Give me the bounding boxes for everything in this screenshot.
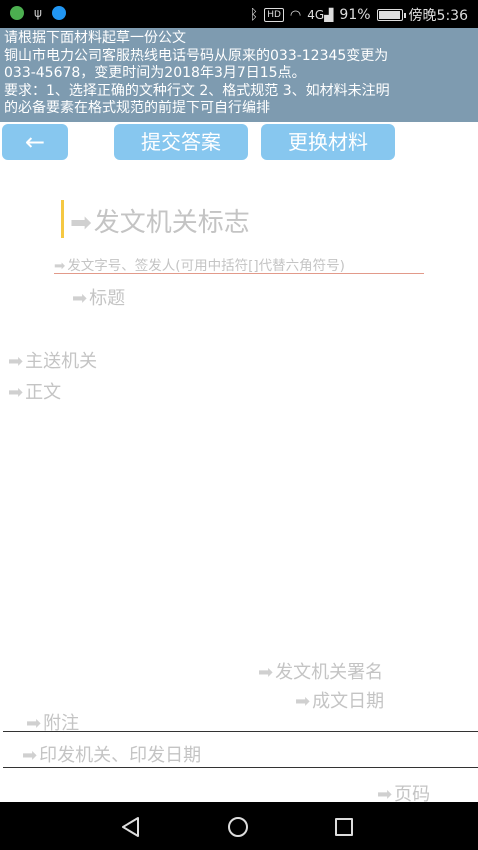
arrow-icon: ➡ <box>295 691 311 712</box>
arrow-icon: ➡ <box>8 351 24 372</box>
signal-icon: 4G▟ <box>307 8 334 22</box>
status-bar: ψ ᛒ HD ◠ 4G▟ 91% 傍晚5:36 <box>0 0 478 28</box>
date-label: 成文日期 <box>312 691 385 712</box>
hd-badge: HD <box>264 8 284 22</box>
text-cursor <box>61 200 64 238</box>
doc-number-field[interactable]: ➡ 发文字号、签发人(可用中括符[]代替六角符号) <box>54 254 345 274</box>
submit-answer-button[interactable]: 提交答案 <box>114 124 248 160</box>
arrow-icon: ➡ <box>72 288 88 309</box>
red-separator-line <box>54 273 424 274</box>
arrow-icon: ➡ <box>258 662 274 683</box>
instruction-line: 请根据下面材料起草一份公文 <box>4 30 186 46</box>
issuer-label: 印发机关、印发日期 <box>39 745 202 766</box>
issuer-field[interactable]: ➡ 印发机关、印发日期 <box>22 741 201 767</box>
agency-mark-label: 发文机关标志 <box>93 208 250 238</box>
arrow-icon: ➡ <box>8 382 24 403</box>
instruction-line: 铜山市电力公司客服热线电话号码从原来的033-12345变更为 <box>4 47 389 64</box>
navigation-bar <box>0 802 478 850</box>
separator-line <box>3 731 478 732</box>
app-blue-icon <box>52 6 66 20</box>
separator-line <box>3 767 478 768</box>
nav-recent-apps-icon[interactable] <box>335 818 353 836</box>
nav-home-icon[interactable] <box>228 817 248 837</box>
app-green-icon <box>10 6 24 20</box>
battery-icon <box>376 9 406 21</box>
title-label: 标题 <box>89 288 126 309</box>
usb-icon: ψ <box>34 6 42 20</box>
title-field[interactable]: ➡ 标题 <box>72 284 125 310</box>
arrow-icon: ➡ <box>70 208 92 238</box>
wifi-icon: ◠ <box>289 7 302 23</box>
back-button[interactable]: ← <box>2 124 68 160</box>
arrow-icon: ➡ <box>54 258 66 274</box>
instruction-line: 033-45678，变更时间为2018年3月7日15点。 <box>4 65 306 81</box>
date-field[interactable]: ➡ 成文日期 <box>295 687 384 713</box>
bluetooth-icon: ᛒ <box>249 7 259 23</box>
signal-label: 4G <box>307 8 325 22</box>
doc-number-label: 发文字号、签发人(可用中括符[]代替六角符号) <box>67 258 345 274</box>
instruction-line: 要求：1、选择正确的文种行文 2、格式规范 3、如材料未注明 <box>4 82 390 99</box>
battery-percent: 91% <box>339 7 371 23</box>
body-field[interactable]: ➡ 正文 <box>8 378 61 404</box>
signature-field[interactable]: ➡ 发文机关署名 <box>258 658 383 684</box>
arrow-icon: ➡ <box>22 745 38 766</box>
instructions-panel: 请根据下面材料起草一份公文 铜山市电力公司客服热线电话号码从原来的033-123… <box>0 28 478 122</box>
body-label: 正文 <box>25 382 62 403</box>
nav-back-icon[interactable] <box>120 816 142 838</box>
recipient-label: 主送机关 <box>25 351 98 372</box>
recipient-field[interactable]: ➡ 主送机关 <box>8 347 97 373</box>
instruction-line: 的必备要素在格式规范的前提下可自行编排 <box>4 100 270 116</box>
agency-mark-field[interactable]: ➡发文机关标志 <box>70 202 250 239</box>
change-material-button[interactable]: 更换材料 <box>261 124 395 160</box>
signature-label: 发文机关署名 <box>275 662 384 683</box>
back-arrow-icon: ← <box>24 128 46 156</box>
clock: 傍晚5:36 <box>408 8 468 24</box>
